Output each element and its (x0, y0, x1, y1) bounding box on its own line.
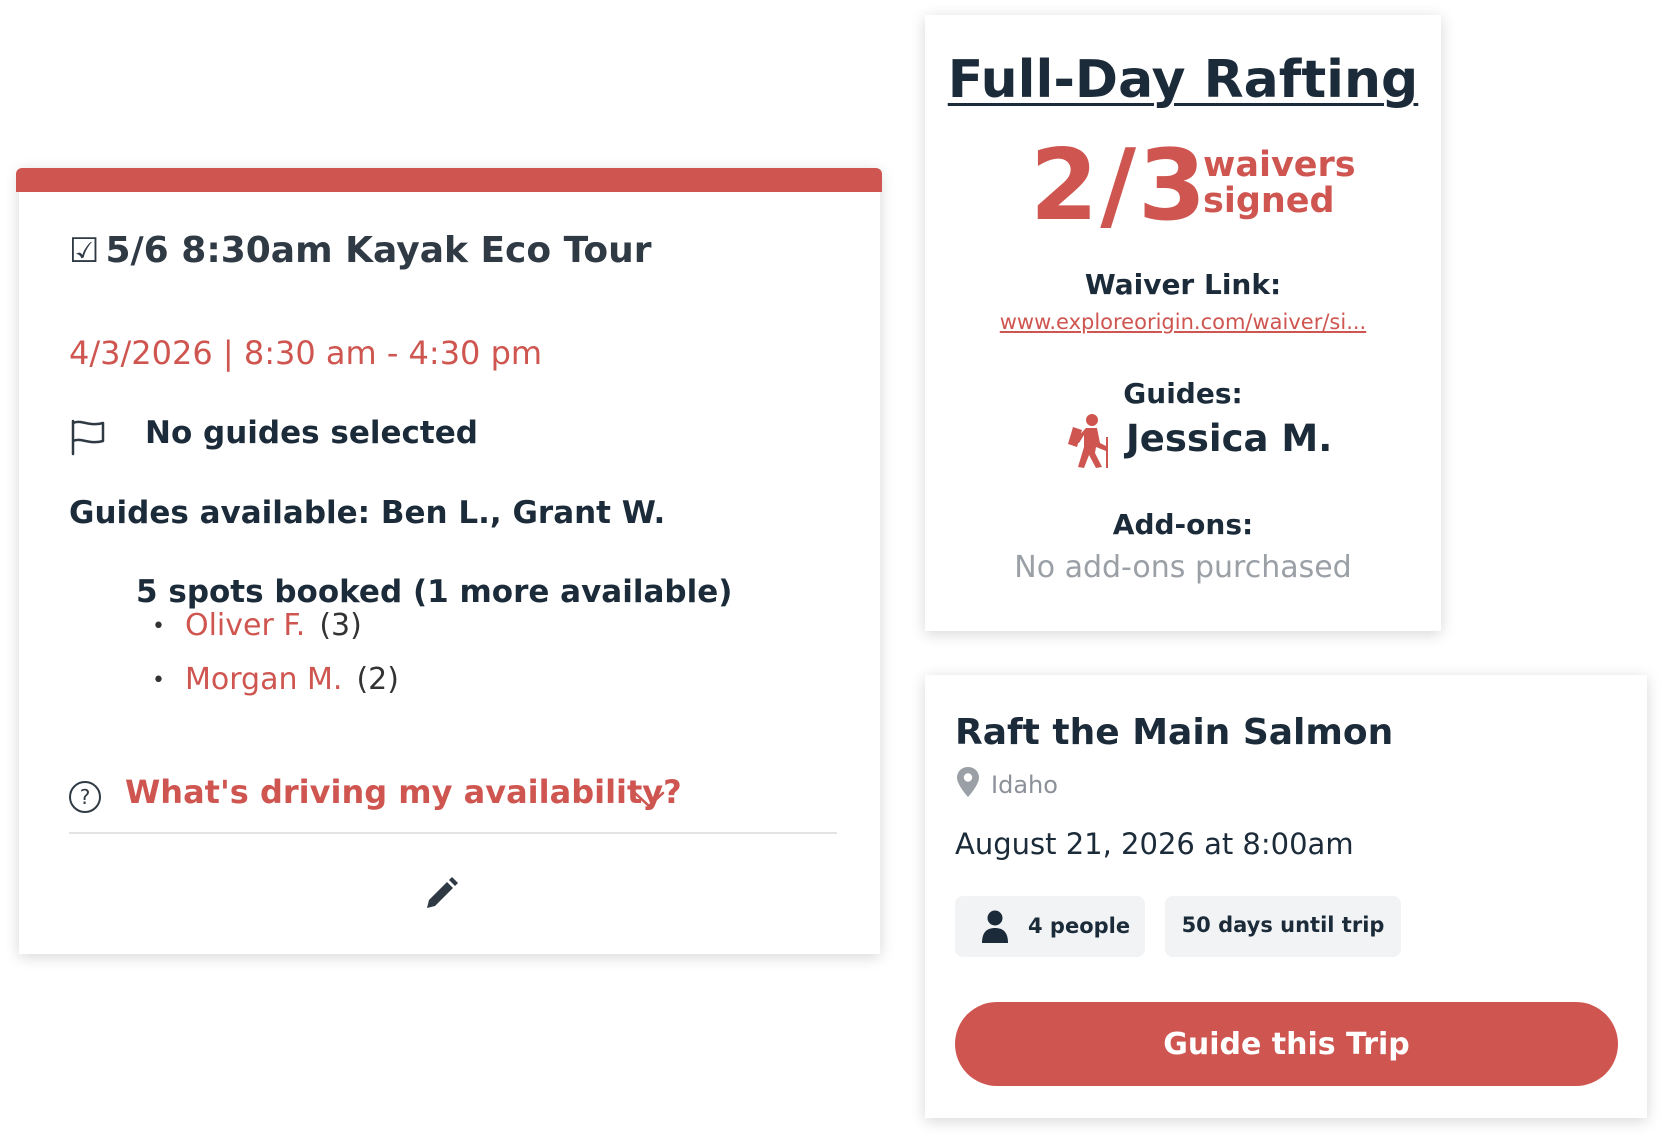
hiker-icon (1068, 414, 1108, 468)
trip-date: August 21, 2026 at 8:00am (955, 827, 1354, 861)
spots-booked-text: 5 spots booked (1 more available) (136, 574, 733, 610)
days-until-text: 50 days until trip (1181, 913, 1385, 937)
guide-trip-button[interactable]: Guide this Trip (955, 1002, 1618, 1086)
checkbox-icon[interactable]: ☑ (69, 231, 99, 271)
trip-title: Raft the Main Salmon (955, 712, 1394, 753)
bullet: • (152, 614, 165, 639)
waiver-label-line1: waivers (1203, 145, 1356, 185)
people-count: 4 people (1028, 914, 1131, 938)
map-pin-icon (957, 767, 979, 797)
booking-count: (2) (356, 662, 399, 697)
booking-list-item: • Oliver F. (3) (152, 608, 362, 643)
question-circle-icon: ? (69, 781, 101, 813)
addons-label: Add-ons: (1112, 508, 1254, 541)
days-until-chip: 50 days until trip (1165, 896, 1401, 957)
booking-list-item: • Morgan M. (2) (152, 662, 399, 697)
waiver-link-label: Waiver Link: (1084, 268, 1282, 301)
guide-name: Jessica M. (1126, 417, 1333, 460)
availability-toggle[interactable]: What's driving my availability? (125, 773, 682, 811)
addons-value: No add-ons purchased (1014, 550, 1352, 585)
no-guides-text: No guides selected (145, 415, 478, 451)
booking-count: (3) (319, 608, 362, 643)
rafting-title-link[interactable]: Full-Day Rafting (925, 50, 1441, 110)
tour-title: ☑ 5/6 8:30am Kayak Eco Tour (69, 230, 652, 271)
rafting-card: Full-Day Rafting 2/3 waivers signed Waiv… (925, 15, 1441, 631)
people-chip: 4 people (955, 896, 1145, 957)
waiver-count: 2/3 (1030, 129, 1209, 243)
guides-label: Guides: (1123, 377, 1243, 410)
waiver-label-line2: signed (1203, 181, 1335, 221)
booking-name-link[interactable]: Oliver F. (185, 608, 305, 643)
tour-title-text: 5/6 8:30am Kayak Eco Tour (105, 230, 652, 271)
bullet: • (152, 668, 165, 693)
svg-text:?: ? (80, 785, 91, 809)
person-icon (982, 910, 1008, 943)
guides-available-text: Guides available: Ben L., Grant W. (69, 495, 666, 531)
tour-card: ☑ 5/6 8:30am Kayak Eco Tour 4/3/2026 | 8:… (16, 168, 882, 954)
trip-card: Raft the Main Salmon Idaho August 21, 20… (925, 675, 1647, 1118)
divider (69, 832, 837, 834)
flag-icon (71, 419, 105, 456)
booking-name-link[interactable]: Morgan M. (185, 662, 342, 697)
trip-location: Idaho (991, 771, 1058, 799)
tour-date-time: 4/3/2026 | 8:30 am - 4:30 pm (69, 334, 543, 372)
card-accent-bar (16, 168, 882, 192)
waiver-label: waivers signed (1203, 147, 1373, 219)
chevron-down-icon[interactable] (632, 788, 666, 810)
pencil-icon[interactable] (423, 876, 459, 912)
waiver-link[interactable]: www.exploreorigin.com/waiver/si... (925, 310, 1441, 334)
